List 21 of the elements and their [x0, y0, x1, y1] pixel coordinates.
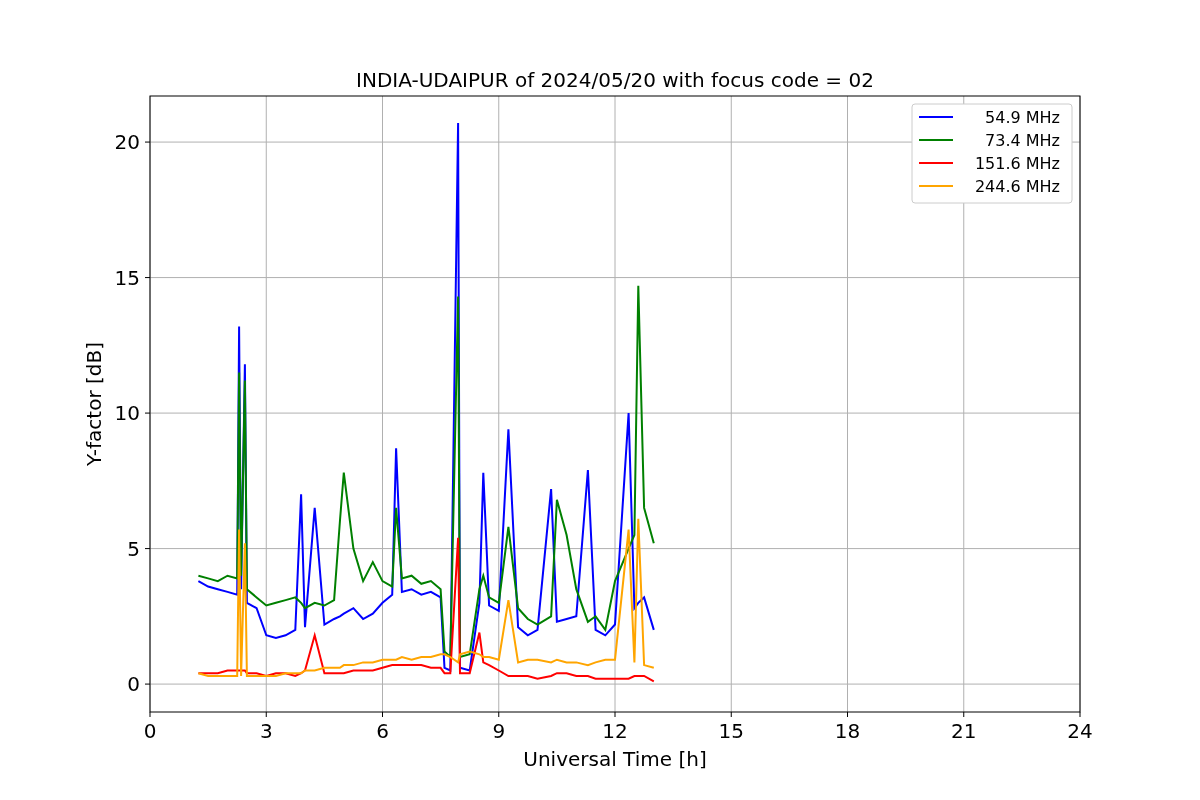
x-tick-label: 15	[718, 719, 744, 743]
y-axis-label: Y-factor [dB]	[82, 342, 106, 466]
legend-label: 73.4 MHz	[985, 131, 1060, 150]
x-tick-label: 6	[376, 719, 389, 743]
x-tick-label: 24	[1067, 719, 1093, 743]
legend-label: 151.6 MHz	[974, 154, 1060, 173]
y-tick-label: 5	[127, 536, 140, 561]
x-tick-label: 3	[259, 719, 273, 743]
chart-title: INDIA-UDAIPUR of 2024/05/20 with focus code = 02	[356, 68, 874, 92]
x-axis-label: Universal Time [h]	[523, 747, 707, 771]
y-tick-label: 0	[127, 672, 140, 697]
x-tick-label: 18	[834, 719, 861, 743]
y-tick-label: 15	[114, 265, 140, 290]
x-tick-label: 0	[143, 719, 157, 743]
y-tick-label: 10	[114, 401, 140, 426]
x-tick-label: 12	[602, 719, 628, 743]
y-tick-label: 20	[114, 130, 140, 155]
x-tick-label: 21	[951, 719, 977, 743]
legend-label: 244.6 MHz	[974, 177, 1060, 196]
legend-label: 54.9 MHz	[985, 108, 1060, 127]
x-tick-label: 9	[492, 719, 506, 743]
